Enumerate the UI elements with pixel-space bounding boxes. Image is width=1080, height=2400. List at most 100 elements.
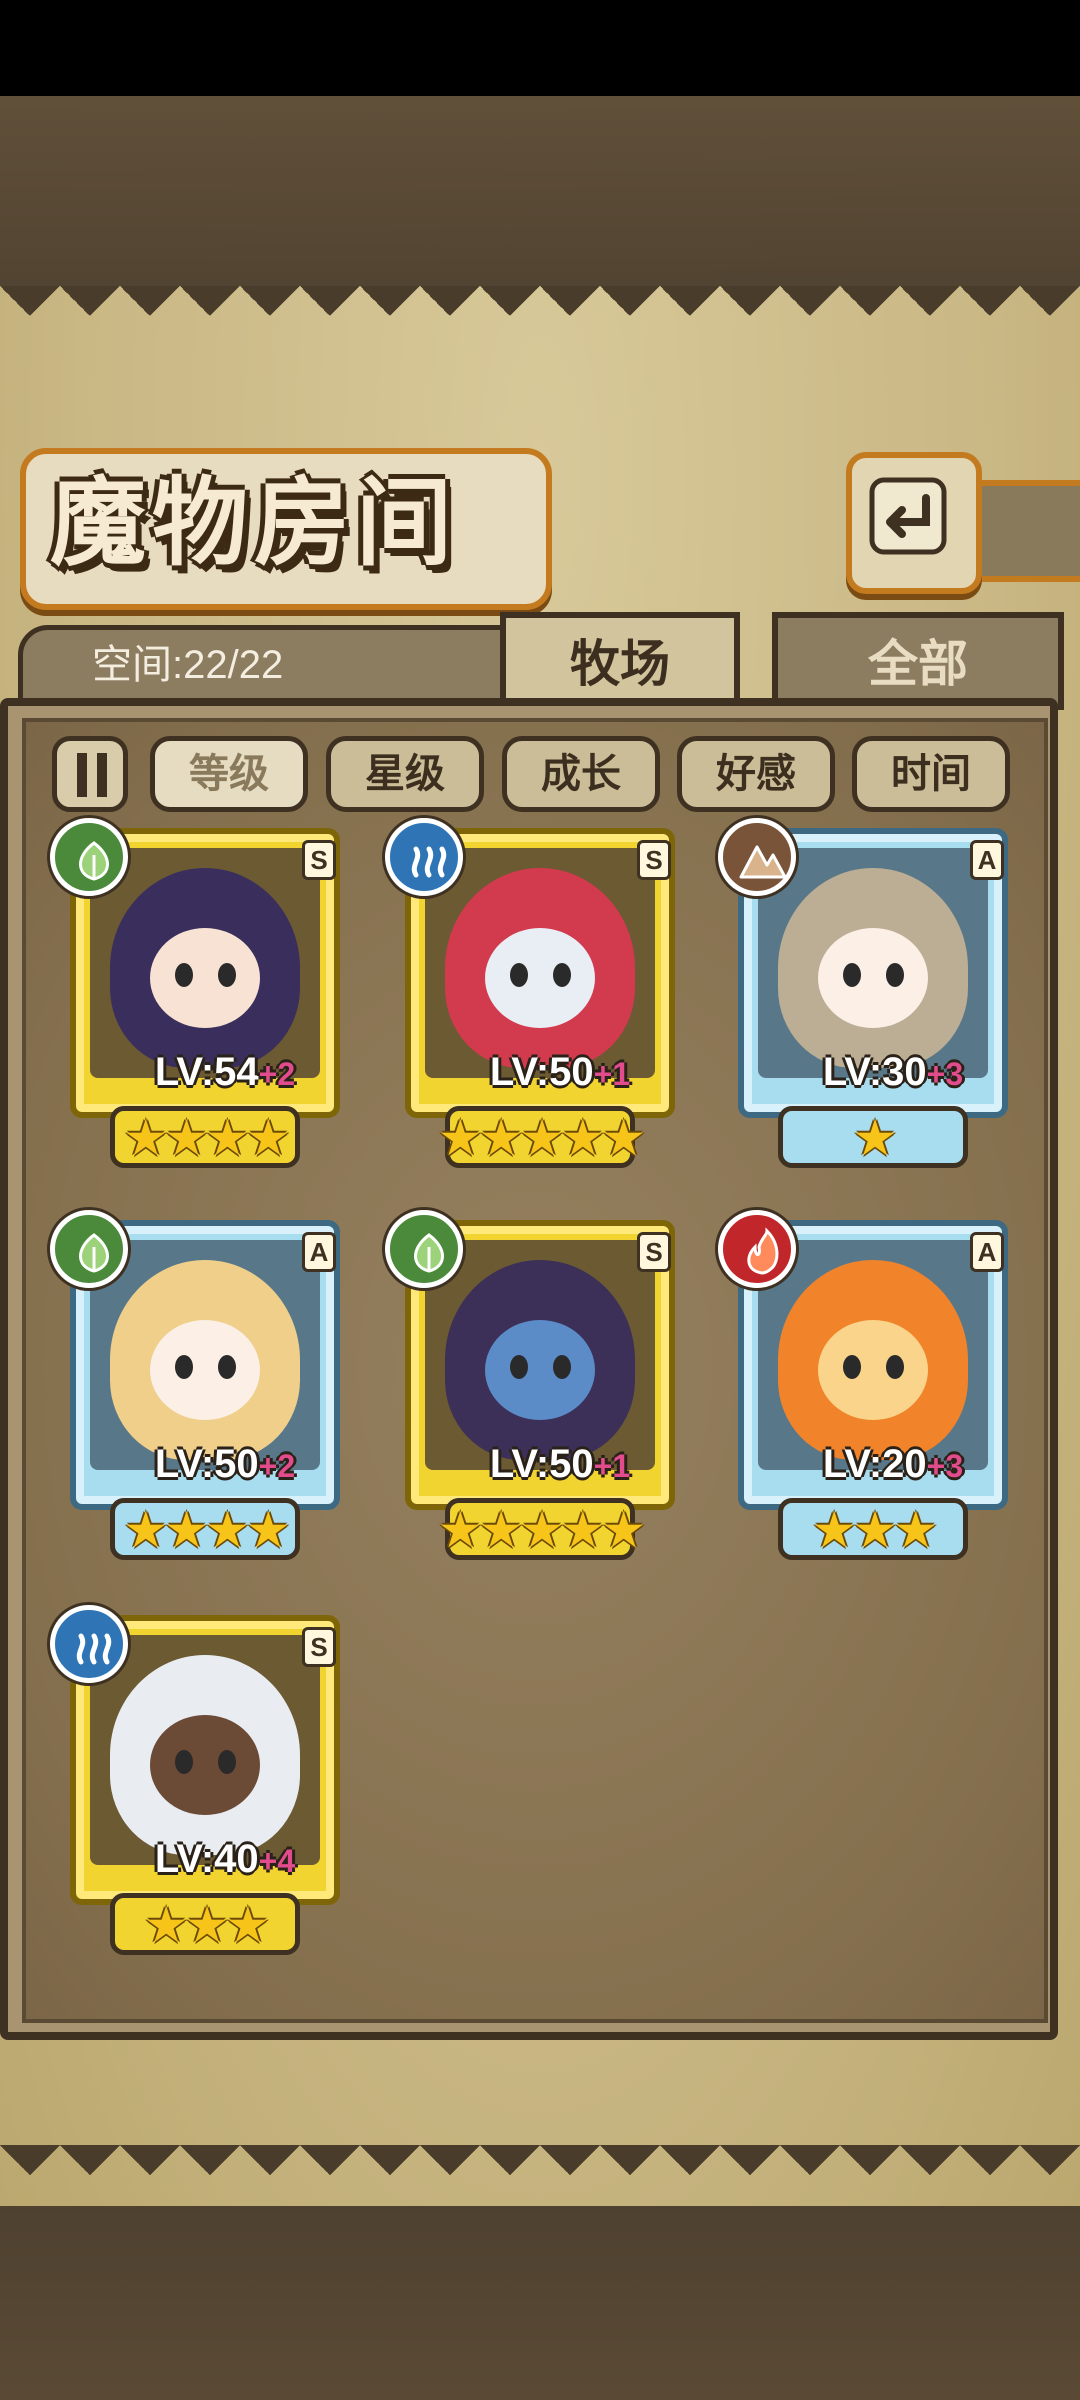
leaf-icon — [79, 841, 109, 881]
monster-card[interactable]: S LV:54+2 ★★★★ — [50, 818, 360, 1178]
element-badge — [385, 1210, 463, 1288]
status-bar — [0, 0, 1080, 96]
monster-card[interactable]: A LV:20+3 ★★★ — [718, 1210, 1028, 1570]
star-rating: ★★★ — [90, 1897, 320, 1953]
tab-all[interactable]: 全部 — [772, 612, 1064, 710]
water-waves-icon — [411, 846, 447, 878]
level-label: LV:20+3 — [778, 1442, 1008, 1487]
portrait-face — [150, 1715, 260, 1815]
level-label: LV:30+3 — [778, 1050, 1008, 1095]
map-band-bottom — [0, 2205, 1080, 2400]
level-bonus: +2 — [258, 1056, 296, 1092]
portrait-eye — [886, 1355, 904, 1379]
level-bonus: +4 — [258, 1843, 296, 1879]
monster-portrait — [758, 848, 988, 1078]
star-icon: ★ — [143, 1897, 189, 1953]
star-icon: ★ — [601, 1502, 646, 1558]
portrait-face — [150, 1320, 260, 1420]
portrait-eye — [175, 963, 193, 987]
map-band-top — [0, 96, 1080, 286]
star-icon: ★ — [437, 1502, 483, 1558]
rank-badge: S — [637, 840, 671, 880]
star-icon: ★ — [164, 1502, 209, 1558]
element-badge — [50, 1210, 128, 1288]
star-rating: ★★★★ — [90, 1110, 320, 1166]
rank-badge: S — [302, 840, 336, 880]
star-icon: ★ — [123, 1110, 168, 1166]
level-label: LV:54+2 — [110, 1050, 340, 1095]
rank-badge: S — [302, 1627, 336, 1667]
portrait-eye — [843, 963, 861, 987]
sort-growth-button[interactable]: 成长 — [502, 736, 660, 812]
pause-bar-icon — [77, 753, 87, 797]
zigzag-border-top — [0, 286, 1080, 346]
space-capacity-label: 空间:22/22 — [92, 643, 284, 687]
leaf-icon — [79, 1233, 109, 1273]
portrait-eye — [843, 1355, 861, 1379]
water-waves-icon — [76, 1633, 112, 1665]
star-icon: ★ — [184, 1897, 230, 1953]
zigzag-border-bottom — [0, 2145, 1080, 2205]
level-bonus: +2 — [258, 1448, 296, 1484]
sort-order-toggle[interactable] — [52, 736, 128, 812]
sort-affection-button[interactable]: 好感 — [677, 736, 835, 812]
level-value: LV:50 — [489, 1050, 594, 1094]
level-bonus: +1 — [593, 1056, 631, 1092]
monster-card[interactable]: S LV:40+4 ★★★ — [50, 1605, 360, 1965]
sort-time-button[interactable]: 时间 — [852, 736, 1010, 812]
star-icon: ★ — [245, 1502, 291, 1558]
leaf-icon — [414, 1233, 444, 1273]
portrait-face — [818, 928, 928, 1028]
element-badge — [718, 818, 796, 896]
sort-stars-button[interactable]: 星级 — [326, 736, 484, 812]
star-icon: ★ — [519, 1110, 565, 1166]
monster-portrait — [90, 1635, 320, 1865]
back-button[interactable] — [846, 452, 982, 594]
portrait-eye — [218, 1750, 236, 1774]
level-value: LV:50 — [489, 1442, 594, 1486]
level-label: LV:40+4 — [110, 1837, 340, 1882]
element-badge — [50, 1605, 128, 1683]
back-button-extension — [965, 480, 1080, 582]
monster-card[interactable]: S LV:50+1 ★★★★★ — [385, 818, 695, 1178]
level-value: LV:30 — [822, 1050, 927, 1094]
portrait-eye — [510, 963, 528, 987]
level-label: LV:50+1 — [445, 1050, 675, 1095]
monster-card[interactable]: A LV:50+2 ★★★★ — [50, 1210, 360, 1570]
level-value: LV:40 — [154, 1837, 259, 1881]
flame-icon — [747, 1227, 779, 1275]
element-badge — [718, 1210, 796, 1288]
star-icon: ★ — [205, 1502, 250, 1558]
tab-ranch[interactable]: 牧场 — [500, 612, 740, 710]
pause-bar-icon — [97, 753, 107, 797]
star-rating: ★★★★★ — [425, 1110, 655, 1166]
monster-portrait — [425, 848, 655, 1078]
monster-portrait — [90, 1240, 320, 1470]
level-bonus: +3 — [926, 1056, 964, 1092]
star-icon: ★ — [225, 1897, 270, 1953]
portrait-eye — [886, 963, 904, 987]
star-icon: ★ — [245, 1110, 291, 1166]
star-icon: ★ — [478, 1502, 524, 1558]
star-rating: ★★★ — [758, 1502, 988, 1558]
rank-badge: A — [302, 1232, 336, 1272]
star-icon: ★ — [519, 1502, 565, 1558]
rank-badge: S — [637, 1232, 671, 1272]
element-badge — [50, 818, 128, 896]
monster-card[interactable]: A LV:30+3 ★ — [718, 818, 1028, 1178]
level-value: LV:50 — [154, 1442, 259, 1486]
star-icon: ★ — [852, 1502, 898, 1558]
star-rating: ★★★★★ — [425, 1502, 655, 1558]
star-icon: ★ — [164, 1110, 209, 1166]
portrait-eye — [175, 1750, 193, 1774]
monster-portrait — [758, 1240, 988, 1470]
sort-level-button[interactable]: 等级 — [150, 736, 308, 812]
level-bonus: +1 — [593, 1448, 631, 1484]
portrait-face — [485, 1320, 595, 1420]
star-icon: ★ — [437, 1110, 483, 1166]
portrait-eye — [175, 1355, 193, 1379]
level-value: LV:54 — [154, 1050, 259, 1094]
rank-badge: A — [970, 1232, 1004, 1272]
portrait-face — [818, 1320, 928, 1420]
monster-card[interactable]: S LV:50+1 ★★★★★ — [385, 1210, 695, 1570]
